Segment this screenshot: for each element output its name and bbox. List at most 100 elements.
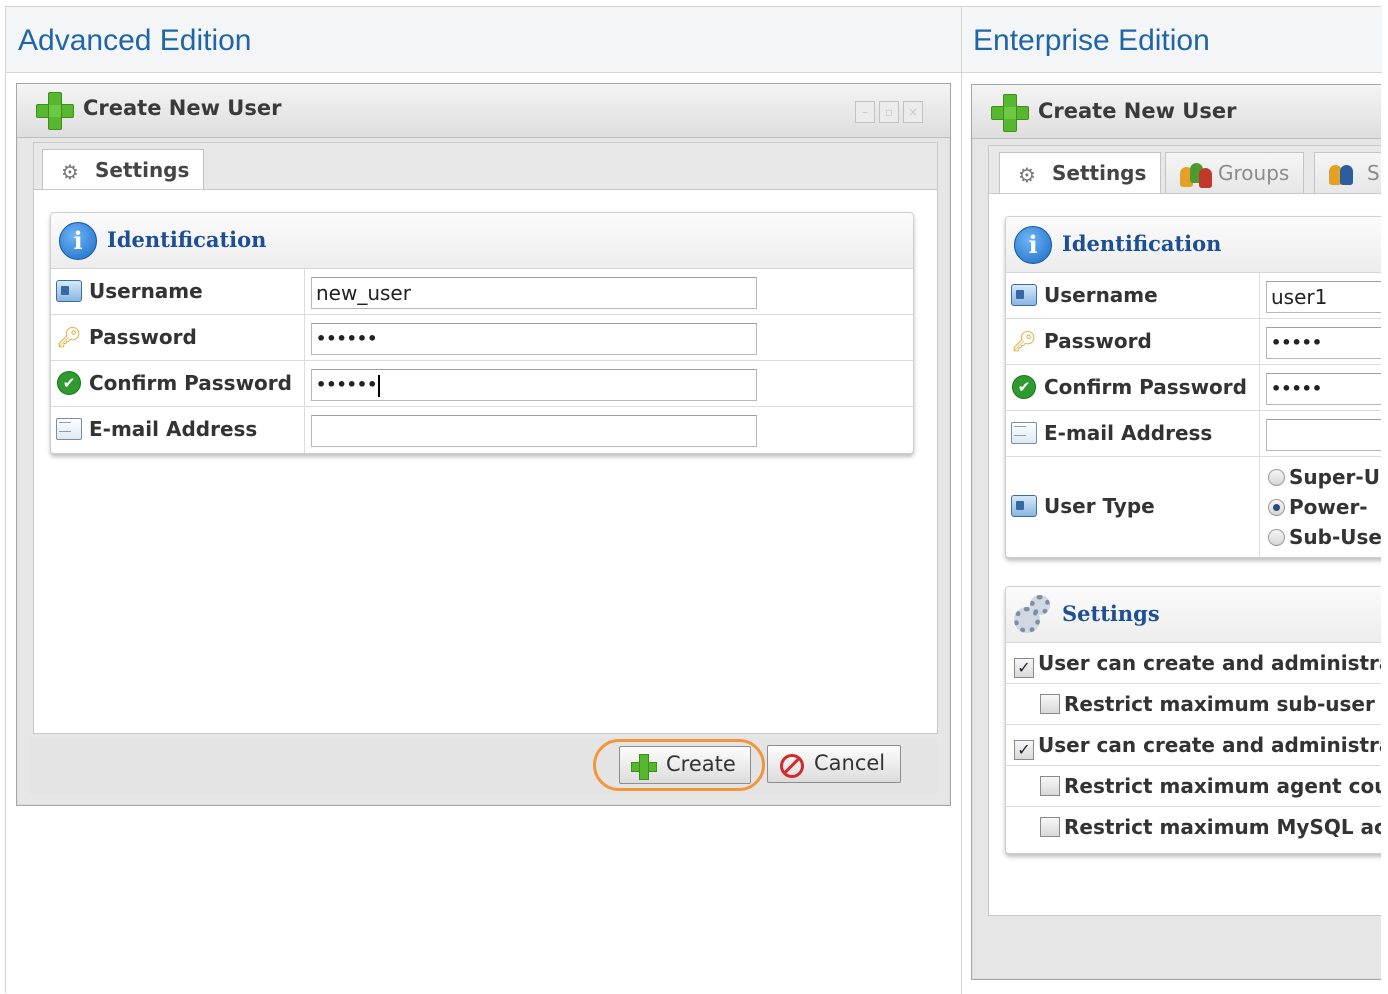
cancel-button[interactable]: Cancel xyxy=(767,745,901,783)
advanced-edition-heading: Advanced Edition xyxy=(18,24,252,57)
maximize-button[interactable]: ▫ xyxy=(879,101,899,123)
table-header-row: Advanced Edition Enterprise Edition xyxy=(6,7,1382,73)
id-card-icon xyxy=(56,280,82,302)
tab-settings-label: Settings xyxy=(95,158,190,182)
tab-settings[interactable]: ⚙ Settings xyxy=(42,149,205,193)
email-row: E-mail Address xyxy=(51,407,913,453)
username-label: Username xyxy=(89,279,203,303)
username-input[interactable]: new_user xyxy=(311,277,757,309)
settings-title: Settings xyxy=(1062,601,1160,626)
gears-icon xyxy=(1014,595,1054,635)
user-type-super-label: Super-U xyxy=(1289,465,1380,489)
tab-users[interactable]: S xyxy=(1314,152,1381,195)
email-row: E-mail Address xyxy=(1006,411,1381,457)
window-footer: Create Cancel xyxy=(29,738,938,794)
checkbox-checked[interactable]: ✓ xyxy=(1014,740,1034,760)
gears-icon: ⚙ xyxy=(1018,163,1036,187)
password-input[interactable]: •••••• xyxy=(311,323,757,355)
email-label: E-mail Address xyxy=(89,417,258,441)
password-row: 🔑︎ Password ••••• xyxy=(1006,319,1381,365)
tab-bar: ⚙ Settings xyxy=(33,142,938,193)
create-button[interactable]: Create xyxy=(619,746,751,784)
tab-groups[interactable]: Groups xyxy=(1165,152,1305,195)
username-input[interactable]: user1 xyxy=(1266,281,1381,313)
user-type-sub-label: Sub-Use xyxy=(1289,525,1381,549)
confirm-password-label: Confirm Password xyxy=(89,371,292,395)
close-button[interactable]: × xyxy=(903,101,923,123)
password-label: Password xyxy=(1044,329,1152,353)
setting-option[interactable]: Restrict maximum agent cou xyxy=(1006,766,1381,807)
radio-button-selected[interactable] xyxy=(1268,499,1285,516)
tab-settings-label: Settings xyxy=(1052,161,1147,185)
identification-fieldset-enterprise: i Identification Username user1 🔑︎ Passw… xyxy=(1005,216,1381,558)
setting-option-label: Restrict maximum agent cou xyxy=(1064,774,1381,798)
key-icon: 🔑︎ xyxy=(1011,329,1037,353)
identification-title: Identification xyxy=(1062,231,1222,256)
identification-title: Identification xyxy=(107,227,267,252)
password-input[interactable]: ••••• xyxy=(1266,327,1381,359)
check-icon: ✔ xyxy=(1012,375,1036,399)
confirm-password-row: ✔ Confirm Password •••••• xyxy=(51,361,913,407)
password-label: Password xyxy=(89,325,197,349)
confirm-password-input[interactable]: •••••• xyxy=(311,369,757,401)
window-titlebar[interactable]: Create New User – ▫ × xyxy=(17,84,950,138)
user-type-sub[interactable]: Sub-Use xyxy=(1268,525,1381,555)
tab-groups-label: Groups xyxy=(1218,161,1290,185)
email-input[interactable] xyxy=(311,415,757,447)
setting-option-label: User can create and administra xyxy=(1038,651,1381,675)
setting-option[interactable]: Restrict maximum MySQL ac xyxy=(1006,807,1381,853)
user-type-super[interactable]: Super-U xyxy=(1268,465,1381,495)
setting-option-label: Restrict maximum sub-user xyxy=(1064,692,1375,716)
user-type-power-label: Power- xyxy=(1289,495,1368,519)
user-type-radio-group: Super-U Power- Sub-Use xyxy=(1268,465,1381,555)
confirm-password-row: ✔ Confirm Password ••••• xyxy=(1006,365,1381,411)
tab-settings[interactable]: ⚙ Settings xyxy=(999,152,1162,196)
user-type-label: User Type xyxy=(1044,494,1155,518)
username-label: Username xyxy=(1044,283,1158,307)
setting-option-label: Restrict maximum MySQL ac xyxy=(1064,815,1381,839)
cancel-icon xyxy=(780,754,804,778)
checkbox[interactable] xyxy=(1040,694,1060,714)
settings-fieldset: Settings ✓ User can create and administra… xyxy=(1005,586,1381,854)
check-icon: ✔ xyxy=(57,371,81,395)
user-type-power[interactable]: Power- xyxy=(1268,495,1381,525)
identification-header: i Identification xyxy=(51,213,913,269)
cancel-button-label: Cancel xyxy=(814,751,886,775)
user-type-row: User Type Super-U Power- Sub-Use xyxy=(1006,457,1381,557)
users-icon xyxy=(1329,163,1361,187)
tab-content-enterprise: i Identification Username user1 🔑︎ Passw… xyxy=(988,193,1381,916)
email-input[interactable] xyxy=(1266,419,1381,451)
setting-option[interactable]: ✓ User can create and administra xyxy=(1006,725,1381,766)
add-user-icon xyxy=(990,93,1030,133)
envelope-icon xyxy=(56,418,82,440)
enterprise-edition-heading: Enterprise Edition xyxy=(973,24,1210,57)
setting-option[interactable]: Restrict maximum sub-user xyxy=(1006,684,1381,725)
checkbox[interactable] xyxy=(1040,817,1060,837)
info-icon: i xyxy=(59,222,97,260)
setting-option[interactable]: ✓ User can create and administra xyxy=(1006,643,1381,684)
id-card-icon xyxy=(1011,284,1037,306)
checkbox-checked[interactable]: ✓ xyxy=(1014,658,1034,678)
create-user-window-advanced: Create New User – ▫ × ⚙ Settings i Ident… xyxy=(16,83,951,806)
groups-icon xyxy=(1180,163,1212,188)
create-button-label: Create xyxy=(666,752,736,776)
tab-bar-enterprise: ⚙ Settings Groups S xyxy=(988,145,1381,196)
username-row: Username new_user xyxy=(51,269,913,315)
tab-users-label: S xyxy=(1367,161,1380,185)
gears-icon: ⚙ xyxy=(61,160,79,184)
setting-option-label: User can create and administra xyxy=(1038,733,1381,757)
checkbox[interactable] xyxy=(1040,776,1060,796)
password-row: 🔑︎ Password •••••• xyxy=(51,315,913,361)
radio-button[interactable] xyxy=(1268,469,1285,486)
confirm-password-label: Confirm Password xyxy=(1044,375,1247,399)
confirm-password-value: •••••• xyxy=(316,375,378,394)
tab-content: i Identification Username new_user 🔑︎ Pa… xyxy=(33,189,938,734)
column-divider xyxy=(961,7,962,994)
username-row: Username user1 xyxy=(1006,273,1381,319)
confirm-password-input[interactable]: ••••• xyxy=(1266,373,1381,405)
window-titlebar-enterprise[interactable]: Create New User xyxy=(972,85,1381,139)
radio-button[interactable] xyxy=(1268,529,1285,546)
minimize-button[interactable]: – xyxy=(855,101,875,123)
info-icon: i xyxy=(1014,226,1052,264)
envelope-icon xyxy=(1011,422,1037,444)
